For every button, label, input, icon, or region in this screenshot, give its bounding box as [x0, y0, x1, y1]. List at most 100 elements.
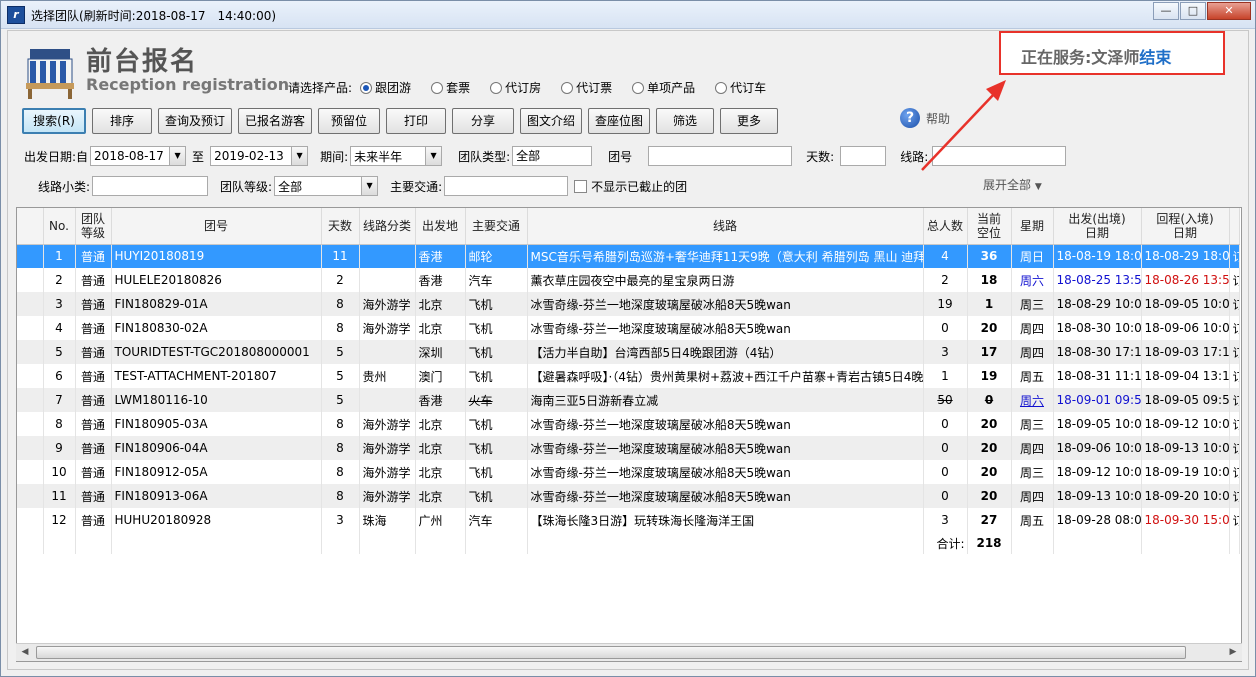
hide-closed-label: 不显示已截止的团: [591, 179, 688, 194]
column-header[interactable]: 团队 等级: [75, 208, 112, 245]
date-to-picker[interactable]: 2019-02-13 ▼: [210, 146, 309, 166]
cell-vacancy: 20: [967, 460, 1012, 484]
reserve-seat-button[interactable]: 预留位: [318, 108, 380, 134]
sort-button[interactable]: 排序: [92, 108, 152, 134]
cell-vacancy: 20: [967, 484, 1012, 508]
cell-route: 薰衣草庄园夜空中最亮的星宝泉两日游: [527, 268, 924, 292]
product-option-ticket[interactable]: 代订票: [561, 79, 612, 96]
table-row[interactable]: 6 普通 TEST-ATTACHMENT-201807 5 贵州 澳门 飞机 【避暑森呼吸】·…: [17, 364, 1240, 388]
cell-depart: 18-09-01 09:54: [1053, 388, 1142, 412]
minimize-button[interactable]: —: [1153, 2, 1179, 20]
column-header[interactable]: 出发地: [415, 208, 466, 245]
help-link[interactable]: ? 帮助: [900, 108, 950, 128]
cell-vacancy: 20: [967, 316, 1012, 340]
query-booking-button[interactable]: 查询及预订: [158, 108, 232, 134]
summary-label: 合计:: [923, 532, 968, 554]
days-field[interactable]: [840, 146, 887, 166]
column-header[interactable]: No.: [43, 208, 76, 245]
cell-return: 18-09-19 10:04: [1141, 460, 1230, 484]
route-field[interactable]: [932, 146, 1067, 166]
column-header[interactable]: 天数: [321, 208, 360, 245]
cell-level: 普通: [75, 268, 112, 292]
table-row[interactable]: 2 普通 HULELE20180826 2 香港 汽车 薰衣草庄园夜空中最亮的星宝泉两日游 2…: [17, 268, 1240, 292]
column-header[interactable]: [1229, 208, 1240, 245]
column-header[interactable]: 线路分类: [359, 208, 416, 245]
cell-route: 冰雪奇缘-芬兰一地深度玻璃屋破冰船8天5晚wan: [527, 460, 924, 484]
table-row[interactable]: 7 普通 LWM180116-10 5 香港 火车 海南三亚5日游新春立减 50 0 周六 18-0…: [17, 388, 1240, 412]
product-option-car[interactable]: 代订车: [715, 79, 766, 96]
cell-days: 5: [321, 340, 360, 364]
product-option-tour[interactable]: 跟团游: [360, 79, 411, 96]
table-row[interactable]: 11 普通 FIN180913-06A 8 海外游学 北京 飞机 冰雪奇缘-芬兰一地深度玻璃屋…: [17, 484, 1240, 508]
table-row[interactable]: 5 普通 TOURIDTEST-TGC201808000001 5 深圳 飞机 【活力半自助…: [17, 340, 1240, 364]
table-row[interactable]: 3 普通 FIN180829-01A 8 海外游学 北京 飞机 冰雪奇缘-芬兰一地深度玻璃屋破…: [17, 292, 1240, 316]
scroll-left-icon[interactable]: ◀: [16, 644, 34, 661]
horizontal-scrollbar[interactable]: ◀ ▶: [16, 643, 1242, 661]
cell-route: 冰雪奇缘-芬兰一地深度玻璃屋破冰船8天5晚wan: [527, 436, 924, 460]
cell-no: 7: [43, 388, 76, 412]
chevron-down-icon[interactable]: ▼: [425, 147, 442, 165]
title-bar[interactable]: r 选择团队(刷新时间:2018-08-17 14:40:00) — □ ✕: [1, 1, 1255, 29]
column-header[interactable]: 当前 空位: [967, 208, 1012, 245]
group-no-field[interactable]: [648, 146, 793, 166]
expand-all-link[interactable]: 展开全部 ▼: [983, 176, 1042, 193]
summary-cell: [75, 532, 112, 554]
cell-days: 8: [321, 412, 360, 436]
close-button[interactable]: ✕: [1207, 2, 1251, 20]
column-header[interactable]: 出发(出境) 日期: [1053, 208, 1142, 245]
product-selector: 请选择产品: 跟团游 套票 代订房 代订票 单项产品 代订车: [288, 79, 786, 96]
maximize-button[interactable]: □: [1180, 2, 1206, 20]
product-option-package[interactable]: 套票: [431, 79, 470, 96]
filter-button[interactable]: 筛选: [656, 108, 714, 134]
share-button[interactable]: 分享: [452, 108, 514, 134]
radio-icon: [715, 81, 728, 94]
cell-weekday: 周三: [1011, 460, 1054, 484]
search-button[interactable]: 搜索(R): [22, 108, 86, 134]
table-row[interactable]: 10 普通 FIN180912-05A 8 海外游学 北京 飞机 冰雪奇缘-芬兰一地深度玻璃屋…: [17, 460, 1240, 484]
group-level-select[interactable]: 全部 ▼: [274, 176, 379, 196]
cell-return: 18-09-06 10:04: [1141, 316, 1230, 340]
column-header[interactable]: 星期: [1011, 208, 1054, 245]
period-select[interactable]: 未来半年 ▼: [350, 146, 443, 166]
product-option-hotel[interactable]: 代订房: [490, 79, 541, 96]
date-from-picker[interactable]: 2018-08-17 ▼: [90, 146, 187, 166]
group-type-field[interactable]: 全部: [512, 146, 593, 166]
cell-weekday: 周六: [1011, 268, 1054, 292]
hide-closed-checkbox[interactable]: [574, 179, 588, 193]
transport-field[interactable]: [444, 176, 569, 196]
intro-button[interactable]: 图文介绍: [520, 108, 582, 134]
chevron-down-icon[interactable]: ▼: [169, 147, 186, 165]
table-row[interactable]: 12 普通 HUHU20180928 3 珠海 广州 汽车 【珠海长隆3日游】玩转珠海长隆海洋…: [17, 508, 1240, 532]
print-button[interactable]: 打印: [386, 108, 446, 134]
cell-transport: 飞机: [465, 316, 528, 340]
column-header[interactable]: 线路: [527, 208, 924, 245]
cell-weekday: 周四: [1011, 340, 1054, 364]
table-row[interactable]: 1 普通 HUYI20180819 11 香港 邮轮 MSC音乐号希腊列岛巡游+奢华迪拜11…: [17, 244, 1240, 268]
table-row[interactable]: 4 普通 FIN180830-02A 8 海外游学 北京 飞机 冰雪奇缘-芬兰一地深度玻璃屋破…: [17, 316, 1240, 340]
radio-icon: [561, 81, 574, 94]
scroll-right-icon[interactable]: ▶: [1224, 644, 1242, 661]
service-end-link[interactable]: 结束: [1139, 48, 1171, 67]
chevron-down-icon[interactable]: ▼: [291, 147, 308, 165]
registered-tourists-button[interactable]: 已报名游客: [238, 108, 312, 134]
group-table[interactable]: No. 团队 等级 团号 天数 线路分类 出发地 主要交通 线路 总人数 当前 空位 星期 出发(出境…: [16, 207, 1242, 662]
column-header[interactable]: [17, 208, 44, 245]
cell-extra: 订: [1229, 412, 1240, 436]
table-header: No. 团队 等级 团号 天数 线路分类 出发地 主要交通 线路 总人数 当前 空位 星期 出发(出境…: [17, 208, 1240, 245]
cell-level: 普通: [75, 340, 112, 364]
seat-map-button[interactable]: 查座位图: [588, 108, 650, 134]
column-header[interactable]: 主要交通: [465, 208, 528, 245]
chevron-down-icon[interactable]: ▼: [361, 177, 378, 195]
summary-cell: [1053, 532, 1142, 554]
table-row[interactable]: 9 普通 FIN180906-04A 8 海外游学 北京 飞机 冰雪奇缘-芬兰一地深度玻璃屋破…: [17, 436, 1240, 460]
cell-weekday: 周三: [1011, 292, 1054, 316]
column-header[interactable]: 团号: [111, 208, 322, 245]
more-button[interactable]: 更多: [720, 108, 778, 134]
column-header[interactable]: 总人数: [923, 208, 968, 245]
table-row[interactable]: 8 普通 FIN180905-03A 8 海外游学 北京 飞机 冰雪奇缘-芬兰一地深度玻璃屋破…: [17, 412, 1240, 436]
route-sub-label: 线路小类:: [38, 179, 91, 194]
scroll-thumb[interactable]: [36, 646, 1186, 659]
column-header[interactable]: 回程(入境) 日期: [1141, 208, 1230, 245]
product-option-single[interactable]: 单项产品: [632, 79, 695, 96]
route-sub-field[interactable]: [92, 176, 209, 196]
